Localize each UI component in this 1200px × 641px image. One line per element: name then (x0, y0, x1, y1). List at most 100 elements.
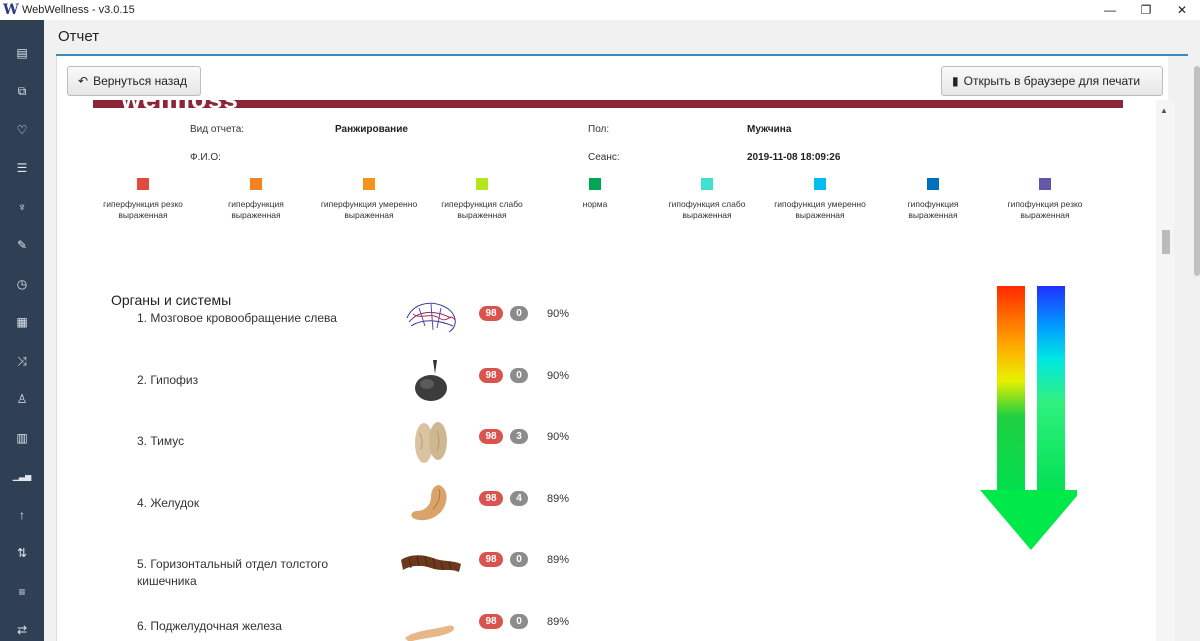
signal-icon: ▁▃▅ (12, 471, 32, 481)
report-panel: ↶ Вернуться назад ▮ Открыть в браузере д… (56, 56, 1168, 641)
gradient-arrows-graphic (980, 286, 1077, 550)
restore-button[interactable]: ❐ (1128, 0, 1164, 20)
organ-row: 1. Мозговое кровообращение слева 98 0 90% (137, 302, 597, 350)
organ-extra-badge: 3 (510, 429, 528, 444)
organ-name: 4. Желудок (137, 496, 200, 510)
organ-extra-badge: 0 (510, 614, 528, 629)
legend-swatch (137, 178, 149, 190)
inner-scrollbar[interactable]: ▲ (1156, 100, 1174, 641)
file-icon: ▮ (952, 74, 959, 88)
sidebar-item-sliders[interactable]: ☰ (0, 153, 44, 183)
app-logo-icon: W (3, 2, 19, 18)
organ-percent: 90% (547, 431, 570, 443)
organ-extra-badge: 0 (510, 552, 528, 567)
sidebar-item-bar-chart[interactable]: ▥ (0, 423, 44, 453)
organ-percent: 89% (547, 493, 570, 505)
sidebar-item-person[interactable]: ♙ (0, 384, 44, 414)
inner-scroll-thumb[interactable] (1162, 230, 1170, 254)
report-type-value: Ранжирование (335, 124, 408, 135)
legend-swatch (814, 178, 826, 190)
copy-icon: ⧉ (17, 83, 27, 98)
organ-score-badge: 98 (479, 614, 503, 629)
window-controls: — ❐ ✕ (1092, 0, 1200, 20)
print-button[interactable]: ▮ Открыть в браузере для печати (941, 66, 1163, 96)
legend-label: гипофункция резко выраженная (1007, 199, 1083, 220)
sidebar-item-pencil[interactable]: ✎ (0, 230, 44, 260)
clock-icon: ◷ (16, 277, 28, 291)
pancreas-image (399, 604, 463, 641)
sidebar-item-stethoscope[interactable]: ♡ (0, 115, 44, 145)
thymus-image (399, 419, 463, 463)
report-scroll-area[interactable]: wellnoss Вид отчета: Ранжирование Пол: М… (57, 100, 1169, 641)
legend-item: гипофункция умеренно выраженная (770, 178, 870, 221)
gender-value: Мужчина (747, 124, 792, 135)
back-button-label: Вернуться назад (93, 74, 187, 88)
outer-scrollbar[interactable] (1193, 56, 1200, 641)
window-title: WebWellness - v3.0.15 (22, 4, 135, 16)
legend-label: гипофункция умеренно выраженная (774, 199, 866, 220)
sidebar-item-server[interactable]: ≡ (0, 577, 44, 607)
bar-chart-icon: ▥ (16, 431, 28, 445)
organ-score-badge: 98 (479, 491, 503, 506)
legend-item: гипофункция резко выраженная (995, 178, 1095, 221)
sidebar-item-arrow-up[interactable]: ↑ (0, 500, 44, 530)
sidebar-item-shuffle[interactable]: ⤨ (0, 346, 44, 376)
pituitary-image (399, 358, 463, 402)
organ-score-badge: 98 (479, 306, 503, 321)
legend-item: гиперфункция выраженная (206, 178, 306, 221)
legend-swatch (589, 178, 601, 190)
back-button[interactable]: ↶ Вернуться назад (67, 66, 201, 96)
reply-icon: ↶ (78, 74, 89, 88)
sidebar-item-calculator[interactable]: ▦ (0, 307, 44, 337)
sidebar-item-exchange[interactable]: ⇄ (0, 615, 44, 641)
organ-name: 6. Поджелудочная железа (137, 619, 282, 633)
legend-item: гиперфункция умеренно выраженная (319, 178, 419, 221)
sidebar-item-copy[interactable]: ⧉ (0, 76, 44, 106)
legend-label: норма (582, 199, 608, 209)
section-title: Органы и системы (111, 292, 232, 308)
arrow-up-icon: ↑ (19, 508, 25, 522)
hyperfunction-gradient-bar (997, 286, 1025, 496)
minimize-button[interactable]: — (1092, 0, 1128, 20)
newspaper-icon: ▤ (16, 46, 28, 60)
legend-label: гиперфункция слабо выраженная (441, 199, 523, 220)
sliders-icon: ☰ (16, 161, 28, 175)
brain-vessels-image (399, 296, 463, 340)
session-label: Сеанс: (588, 152, 620, 163)
sidebar-item-signal[interactable]: ▁▃▅ (0, 461, 44, 491)
organ-row: 4. Желудок 98 4 89% (137, 485, 597, 535)
organ-row: 6. Поджелудочная железа 98 0 89% (137, 614, 597, 641)
cutlery-icon: ♆ (17, 200, 27, 214)
pencil-icon: ✎ (16, 238, 28, 252)
organ-score-badge: 98 (479, 552, 503, 567)
organ-percent: 89% (547, 616, 570, 628)
organ-name: 1. Мозговое кровообращение слева (137, 311, 337, 325)
legend-swatch (1039, 178, 1051, 190)
legend-item: гипофункция слабо выраженная (657, 178, 757, 221)
page-title: Отчет (58, 28, 100, 45)
main-area: Отчет ↶ Вернуться назад ▮ Открыть в брау… (44, 20, 1200, 641)
colon-image (399, 542, 463, 586)
sidebar-item-clock[interactable]: ◷ (0, 269, 44, 299)
legend-label: гипофункция выраженная (907, 199, 959, 220)
report-type-label: Вид отчета: (190, 124, 245, 135)
legend-swatch (927, 178, 939, 190)
sidebar-item-cutlery[interactable]: ♆ (0, 192, 44, 222)
outer-scroll-thumb[interactable] (1194, 66, 1200, 276)
print-button-label: Открыть в браузере для печати (963, 74, 1141, 88)
legend-item: гиперфункция резко выраженная (93, 178, 193, 221)
close-button[interactable]: ✕ (1164, 0, 1200, 20)
organ-row: 5. Горизонтальный отдел толстого кишечни… (137, 552, 597, 596)
report-header-band: wellnoss (93, 100, 1123, 114)
organ-name: 2. Гипофиз (137, 373, 199, 387)
sidebar-item-newspaper[interactable]: ▤ (0, 38, 44, 68)
gender-label: Пол: (588, 124, 610, 135)
legend-item: гиперфункция слабо выраженная (432, 178, 532, 221)
sidebar-item-sort[interactable]: ⇅ (0, 538, 44, 568)
legend-label: гиперфункция умеренно выраженная (320, 199, 418, 220)
organ-score-badge: 98 (479, 368, 503, 383)
shuffle-icon: ⤨ (17, 353, 27, 368)
organ-extra-badge: 0 (510, 306, 528, 321)
legend-item: норма (545, 178, 645, 210)
scroll-up-arrow-icon[interactable]: ▲ (1160, 106, 1168, 115)
